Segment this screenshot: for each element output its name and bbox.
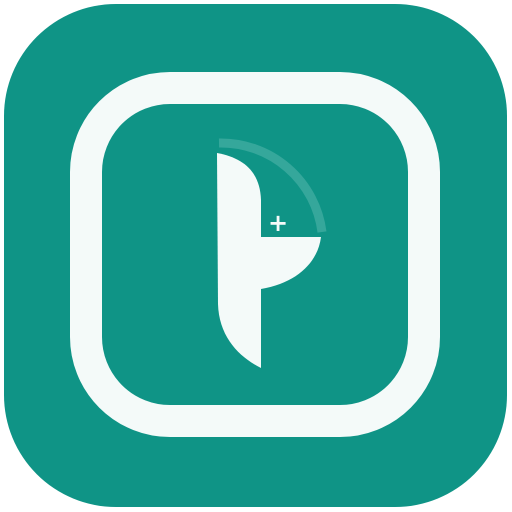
app-icon[interactable]: +	[0, 0, 512, 512]
icon-canvas: +	[0, 0, 512, 512]
logo-plus-icon: +	[268, 209, 288, 237]
